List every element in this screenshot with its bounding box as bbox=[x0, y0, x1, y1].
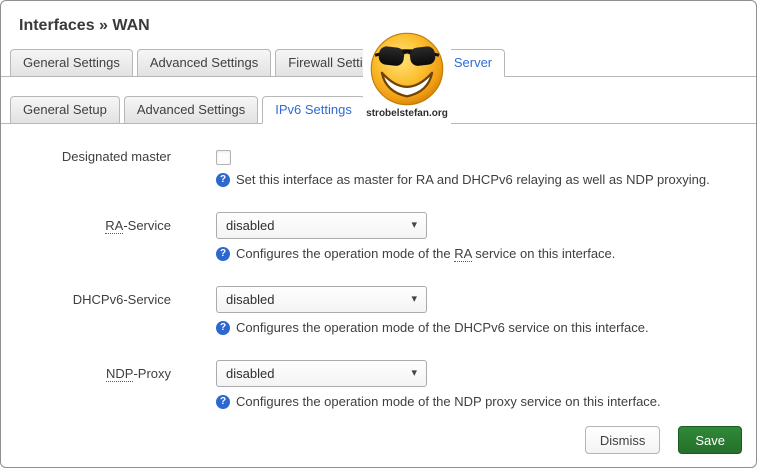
tab-advanced-settings-2[interactable]: Advanced Settings bbox=[124, 96, 258, 123]
designated-master-checkbox[interactable] bbox=[216, 150, 231, 165]
help-icon: ? bbox=[216, 173, 230, 187]
help-icon: ? bbox=[216, 321, 230, 335]
dropdown-caret-icon: ▾ bbox=[411, 220, 417, 231]
dhcpv6-service-help: ? Configures the operation mode of the D… bbox=[216, 320, 756, 336]
designated-master-label: Designated master bbox=[1, 149, 216, 165]
dhcpv6-service-label: DHCPv6-Service bbox=[1, 292, 216, 308]
dropdown-caret-icon: ▾ bbox=[411, 368, 417, 379]
dhcpv6-service-select[interactable]: disabled ▾ bbox=[216, 286, 427, 313]
tab-general-settings[interactable]: General Settings bbox=[10, 49, 133, 76]
dialog-footer: Dismiss Save bbox=[585, 426, 742, 454]
interface-edit-dialog: Interfaces » WAN General Settings Advanc… bbox=[0, 0, 757, 468]
tab-ipv6-settings[interactable]: IPv6 Settings bbox=[262, 96, 365, 124]
dropdown-caret-icon: ▾ bbox=[411, 294, 417, 305]
tab-general-setup[interactable]: General Setup bbox=[10, 96, 120, 123]
field-ra-service: RA-Service disabled ▾ ? Configures the o… bbox=[1, 212, 756, 262]
dismiss-button[interactable]: Dismiss bbox=[585, 426, 661, 454]
ra-service-help: ? Configures the operation mode of the R… bbox=[216, 246, 756, 262]
ndp-proxy-label: NDP-Proxy bbox=[1, 366, 216, 382]
sunglasses-smiley-icon bbox=[369, 31, 445, 107]
ra-service-label: RA-Service bbox=[1, 218, 216, 234]
tab-advanced-settings[interactable]: Advanced Settings bbox=[137, 49, 271, 76]
help-icon: ? bbox=[216, 395, 230, 409]
field-dhcpv6-service: DHCPv6-Service disabled ▾ ? Configures t… bbox=[1, 286, 756, 336]
ra-service-select[interactable]: disabled ▾ bbox=[216, 212, 427, 239]
watermark-text: strobelstefan.org bbox=[366, 108, 448, 119]
ndp-proxy-help: ? Configures the operation mode of the N… bbox=[216, 394, 756, 410]
ndp-proxy-select[interactable]: disabled ▾ bbox=[216, 360, 427, 387]
field-designated-master: Designated master ? Set this interface a… bbox=[1, 149, 756, 188]
designated-master-help: ? Set this interface as master for RA an… bbox=[216, 172, 756, 188]
help-icon: ? bbox=[216, 247, 230, 261]
field-ndp-proxy: NDP-Proxy disabled ▾ ? Configures the op… bbox=[1, 360, 756, 410]
ipv6-settings-form: Designated master ? Set this interface a… bbox=[1, 149, 756, 410]
save-button[interactable]: Save bbox=[678, 426, 742, 454]
watermark-overlay: strobelstefan.org bbox=[363, 29, 451, 126]
